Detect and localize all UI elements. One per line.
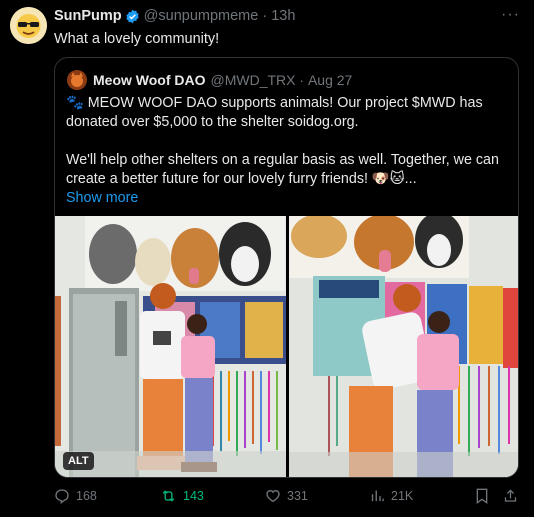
quote-paragraph-2: We'll help other shelters on a regular b… (66, 152, 499, 187)
retweet-icon (162, 490, 175, 502)
quote-author-name: Meow Woof DAO (93, 72, 206, 88)
author-handle[interactable]: @sunpumpmeme (144, 8, 259, 24)
reply-count: 168 (76, 489, 97, 503)
quote-header: Meow Woof DAO @MWD_TRX · Aug 27 (67, 70, 352, 90)
tweet-actions: 168 143 331 21K (54, 488, 524, 508)
view-count: 21K (391, 488, 414, 503)
reply-icon (55, 489, 69, 504)
quote-image-2[interactable] (289, 216, 518, 477)
author-name[interactable]: SunPump (54, 8, 122, 24)
like-button[interactable]: 331 (265, 488, 308, 504)
quote-image-1[interactable]: ALT (55, 216, 286, 477)
views-icon (371, 490, 384, 502)
bookmark-button[interactable] (475, 488, 495, 504)
tweet-time[interactable]: 13h (271, 8, 295, 24)
retweet-button[interactable]: 143 (160, 488, 204, 504)
views-button[interactable]: 21K (370, 488, 413, 503)
tweet-text: What a lovely community! (54, 31, 220, 47)
quoted-tweet[interactable]: Meow Woof DAO @MWD_TRX · Aug 27 🐾 MEOW W… (54, 57, 519, 478)
retweet-count: 143 (183, 489, 204, 503)
verified-badge-icon (125, 9, 140, 24)
quote-author-handle: @MWD_TRX (210, 72, 296, 88)
quote-paragraph-1: 🐾 MEOW WOOF DAO supports animals! Our pr… (66, 95, 483, 130)
share-icon (504, 489, 517, 502)
more-options-icon[interactable]: ··· (501, 6, 520, 24)
dot-separator: · (258, 8, 272, 24)
alt-text-badge[interactable]: ALT (63, 452, 94, 470)
like-count: 331 (287, 489, 308, 503)
author-avatar[interactable] (10, 7, 47, 44)
quote-avatar (67, 70, 87, 90)
tweet-header: SunPump @sunpumpmeme · 13h (54, 8, 295, 24)
reply-button[interactable]: 168 (54, 488, 97, 504)
heart-icon (266, 489, 280, 503)
quote-date: Aug 27 (307, 72, 353, 88)
bookmark-icon (476, 488, 488, 504)
quote-text: 🐾 MEOW WOOF DAO supports animals! Our pr… (66, 94, 511, 208)
share-button[interactable] (503, 488, 524, 504)
show-more-link[interactable]: Show more (66, 190, 138, 206)
